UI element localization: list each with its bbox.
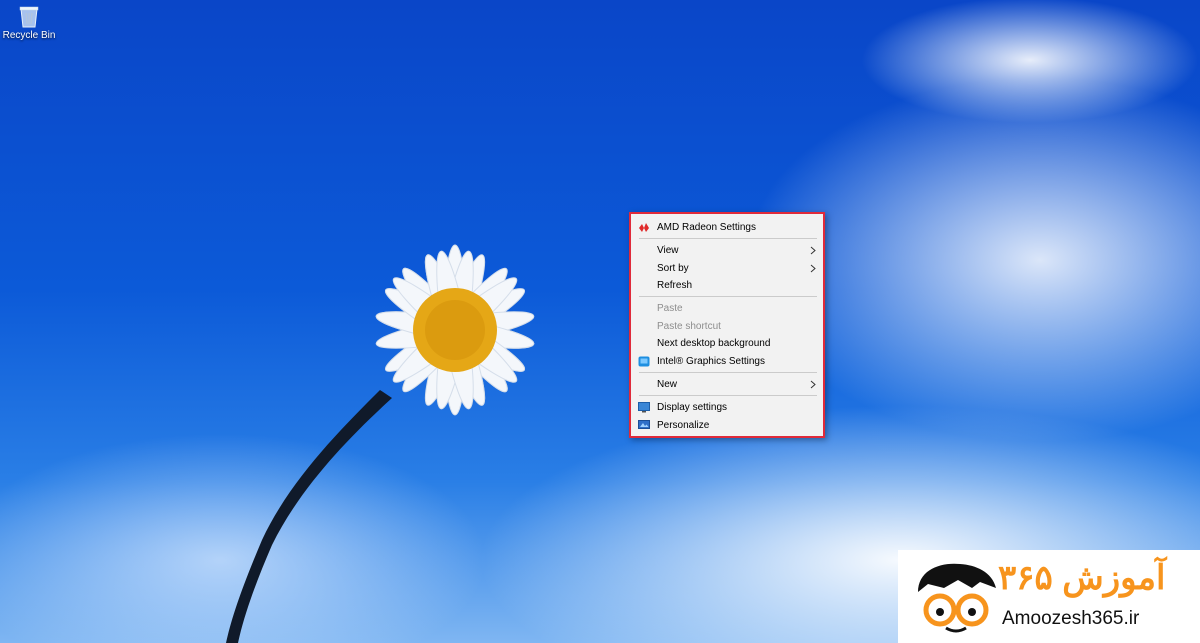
menu-item-sort-by[interactable]: Sort by (631, 260, 823, 277)
daisy-wallpaper (226, 244, 535, 643)
menu-item-label: Display settings (657, 402, 728, 413)
menu-item-label: Refresh (657, 280, 693, 291)
menu-item-paste-shortcut[interactable]: Paste shortcut (631, 318, 823, 335)
desktop-context-menu: AMD Radeon Settings View Sort by Refresh… (629, 212, 825, 438)
menu-item-label: Paste shortcut (657, 321, 721, 332)
desktop-icon-label: Recycle Bin (2, 30, 56, 41)
menu-item-display-settings[interactable]: Display settings (631, 399, 823, 416)
chevron-right-icon (809, 376, 817, 393)
amd-radeon-icon (639, 223, 649, 232)
menu-item-paste[interactable]: Paste (631, 300, 823, 317)
menu-item-label: View (657, 245, 679, 256)
chevron-right-icon (809, 260, 817, 277)
intel-graphics-icon (638, 356, 650, 367)
personalize-icon (638, 420, 650, 429)
menu-item-amd-radeon-settings[interactable]: AMD Radeon Settings (631, 219, 823, 236)
menu-item-label: Intel® Graphics Settings (657, 356, 765, 367)
desktop-background[interactable]: Recycle Bin AMD Radeon Settings View Sor… (0, 0, 1200, 643)
menu-item-intel-graphics-settings[interactable]: Intel® Graphics Settings (631, 353, 823, 370)
menu-item-new[interactable]: New (631, 376, 823, 393)
menu-item-label: Sort by (657, 263, 689, 274)
menu-item-label: AMD Radeon Settings (657, 222, 756, 233)
recycle-bin-icon (19, 6, 39, 28)
menu-item-label: Personalize (657, 420, 710, 431)
menu-separator (639, 296, 817, 297)
menu-item-label: New (657, 379, 678, 390)
desktop-icon-recycle-bin[interactable]: Recycle Bin (2, 4, 56, 41)
display-settings-icon (638, 402, 650, 413)
watermark-persian-text: آموزش ۳۶۵ (998, 559, 1166, 597)
chevron-right-icon (809, 242, 817, 259)
menu-item-next-desktop-background[interactable]: Next desktop background (631, 335, 823, 352)
menu-item-personalize[interactable]: Personalize (631, 417, 823, 434)
menu-separator (639, 395, 817, 396)
menu-item-label: Paste (657, 303, 683, 314)
mascot-logo (918, 563, 996, 633)
menu-separator (639, 238, 817, 239)
menu-item-label: Next desktop background (657, 338, 771, 349)
watermark-site-url: Amoozesh365.ir (1002, 608, 1140, 629)
menu-item-view[interactable]: View (631, 242, 823, 259)
menu-separator (639, 372, 817, 373)
amoozesh365-watermark: آموزش ۳۶۵ Amoozesh365.ir (898, 550, 1200, 643)
menu-item-refresh[interactable]: Refresh (631, 277, 823, 294)
